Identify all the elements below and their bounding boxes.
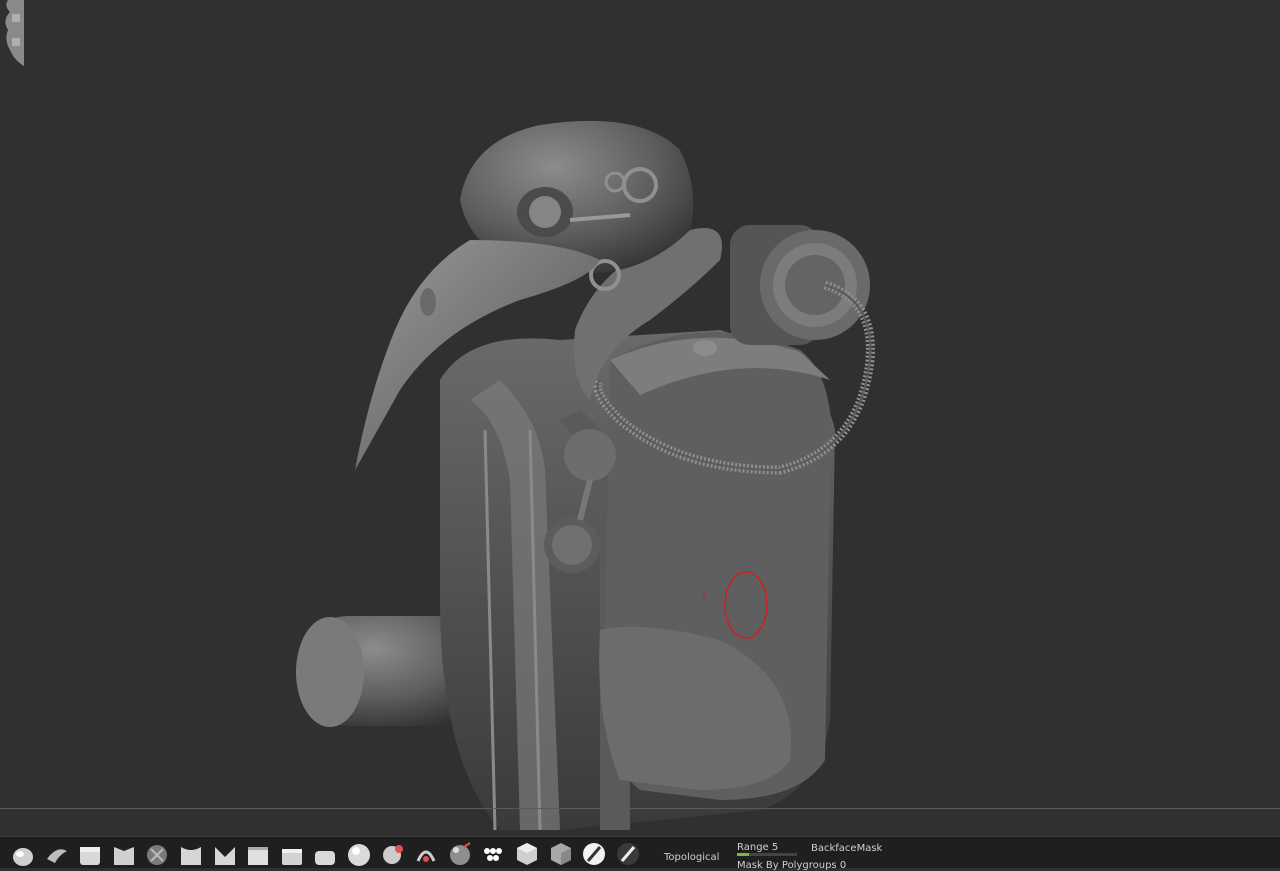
brush-button-flatten[interactable] <box>277 841 307 869</box>
brush-button-pen[interactable] <box>579 841 609 869</box>
brush-button-ball[interactable] <box>142 841 172 869</box>
damstandard-brush-icon <box>214 847 235 865</box>
move-brush-icon <box>13 848 33 866</box>
brush-button-cube[interactable] <box>512 841 542 869</box>
brush-button-polish[interactable] <box>310 841 340 869</box>
range-slider-label[interactable]: Range 5 <box>737 842 778 853</box>
cube-brush-icon <box>517 843 537 865</box>
ball-brush-icon <box>147 845 168 865</box>
curve-brush-icon <box>416 850 436 862</box>
air-tank <box>730 225 870 345</box>
range-slider-fill <box>737 853 749 856</box>
inflate-brush-icon <box>382 845 403 864</box>
insert-brush-icon <box>449 842 471 865</box>
brush-button-box[interactable] <box>546 841 576 869</box>
mask-by-polygroups-slider[interactable]: Mask By Polygroups 0 <box>737 860 846 871</box>
pinch-brush-icon <box>181 847 201 865</box>
brush-button-snake-hook[interactable] <box>42 841 72 869</box>
brush-button-curve[interactable] <box>411 841 441 869</box>
trim-brush-icon <box>248 847 269 865</box>
standard-brush-icon <box>113 847 134 865</box>
range-slider[interactable] <box>737 853 797 856</box>
brush-button-knife[interactable] <box>613 841 643 869</box>
pen-brush-icon <box>583 843 606 865</box>
brush-button-trim[interactable] <box>243 841 273 869</box>
brush-button-clay-tubes[interactable] <box>75 841 105 869</box>
chain-brush-icon <box>484 848 503 861</box>
sculpt-model[interactable] <box>0 0 1280 836</box>
polish-brush-icon <box>315 851 336 865</box>
brush-button-standard[interactable] <box>109 841 139 869</box>
knife-brush-icon <box>616 843 639 865</box>
brush-button-move[interactable] <box>8 841 38 869</box>
claytubes-brush-icon <box>80 847 101 865</box>
brush-button-sphere[interactable] <box>344 841 374 869</box>
brush-button-insert[interactable] <box>445 841 475 869</box>
sphere-brush-icon <box>348 844 370 866</box>
topological-toggle[interactable]: Topological <box>664 852 719 863</box>
flatten-brush-icon <box>281 849 302 865</box>
brush-button-pinch[interactable] <box>176 841 206 869</box>
floor-grid-line <box>0 808 1280 809</box>
navigation-gizmo-icon[interactable] <box>0 0 24 70</box>
right-sleeve <box>599 332 832 800</box>
brush-button-inflate[interactable] <box>378 841 408 869</box>
snakehook-brush-icon <box>46 849 67 863</box>
brush-button-chain[interactable] <box>478 841 508 869</box>
box-brush-icon <box>550 843 571 865</box>
bottom-brush-shelf <box>0 836 1280 868</box>
backface-mask-toggle[interactable]: BackfaceMask <box>811 843 882 854</box>
brush-button-dam-standard[interactable] <box>210 841 240 869</box>
canvas-viewport[interactable] <box>0 0 1280 836</box>
